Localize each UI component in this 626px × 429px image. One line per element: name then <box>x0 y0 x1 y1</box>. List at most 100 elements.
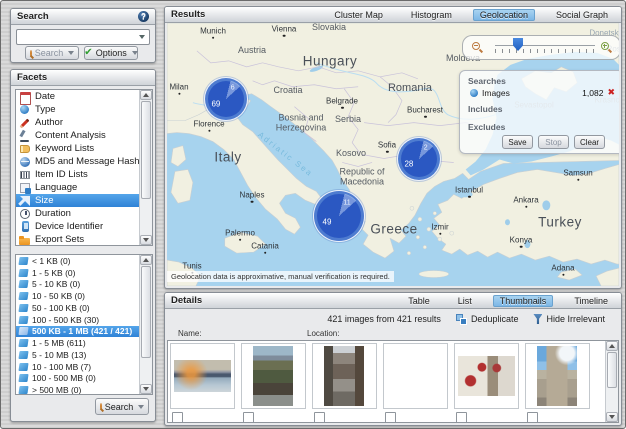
size-filter-item[interactable]: 10 - 100 MB (7) <box>16 361 140 373</box>
thumbnail-hillside-street[interactable] <box>241 343 306 409</box>
file-icon <box>18 351 28 359</box>
thumbnail-coastal-sunset[interactable] <box>170 343 235 409</box>
thumbnail-scrollbar[interactable] <box>605 341 618 422</box>
facet-item-md5-hash[interactable]: MD5 and Message Hash <box>16 155 140 168</box>
pencil-icon <box>19 117 31 129</box>
deduplicate-button[interactable]: Deduplicate <box>456 314 519 325</box>
help-icon[interactable]: ? <box>138 11 149 22</box>
details-panel: Details Table List Thumbnails Timeline 4… <box>164 292 622 426</box>
size-filter-item[interactable]: 500 KB - 1 MB (421 / 421) <box>16 326 140 338</box>
facet-item-duration[interactable]: Duration <box>16 207 140 220</box>
combo-dropdown-icon[interactable] <box>139 35 145 39</box>
images-icon <box>470 89 478 97</box>
size-filter-label: 50 - 100 KB (0) <box>32 303 90 313</box>
size-filter-item[interactable]: 1 - 5 MB (611) <box>16 337 140 349</box>
scroll-up-icon[interactable] <box>140 90 152 100</box>
thumbnail-old-alley[interactable] <box>383 343 448 409</box>
results-panel-title: Results <box>171 9 205 20</box>
search-input[interactable] <box>16 29 150 45</box>
thumbnail-checkbox[interactable] <box>385 412 396 423</box>
facet-item-keyword-lists[interactable]: Keyword Lists <box>16 142 140 155</box>
scrollbar-thumb[interactable] <box>141 266 151 358</box>
size-filter-item[interactable]: > 500 MB (0) <box>16 384 140 395</box>
scroll-down-icon[interactable] <box>606 412 618 422</box>
tab-geolocation[interactable]: Geolocation <box>473 9 535 21</box>
scroll-up-icon[interactable] <box>140 255 152 265</box>
map-cluster-28[interactable]: 28 2 <box>397 137 441 181</box>
map-cluster-49[interactable]: 49 11 <box>313 190 365 242</box>
thumbnail-grid <box>167 340 619 423</box>
photo-art <box>537 346 577 406</box>
search-button[interactable]: Search <box>25 46 79 60</box>
thumbnail-cell <box>383 343 448 423</box>
facet-list-scrollbar[interactable] <box>139 90 152 245</box>
save-button[interactable]: Save <box>502 135 533 149</box>
size-filter-item[interactable]: 100 - 500 MB (0) <box>16 373 140 385</box>
scroll-up-icon[interactable] <box>606 341 618 351</box>
scroll-down-icon[interactable] <box>140 235 152 245</box>
tab-table[interactable]: Table <box>401 295 437 307</box>
thumbnail-flower-house[interactable] <box>454 343 519 409</box>
facet-label: Duration <box>35 208 71 219</box>
tab-cluster-map[interactable]: Cluster Map <box>327 9 390 21</box>
details-panel-header: Details Table List Thumbnails Timeline <box>165 293 621 309</box>
size-filter-item[interactable]: 10 - 50 KB (0) <box>16 290 140 302</box>
hide-irrelevant-button[interactable]: Hide Irrelevant <box>533 314 605 324</box>
tab-timeline[interactable]: Timeline <box>567 295 615 307</box>
zoom-slider-track[interactable] <box>495 45 595 46</box>
thumbnail-checkbox[interactable] <box>172 412 183 423</box>
size-list-scrollbar[interactable] <box>139 255 152 394</box>
facet-search-button[interactable]: Search <box>95 398 149 415</box>
zoom-out-icon[interactable] <box>472 42 480 50</box>
thumbnail-stone-cathedral[interactable] <box>525 343 590 409</box>
facet-item-language[interactable]: Language <box>16 181 140 194</box>
thumbnail-checkbox[interactable] <box>527 412 538 423</box>
facet-item-size[interactable]: Size <box>16 194 140 207</box>
size-filter-item[interactable]: 5 - 10 KB (0) <box>16 279 140 291</box>
size-filter-item[interactable]: 50 - 100 KB (0) <box>16 302 140 314</box>
facet-item-export-sets[interactable]: Export Sets <box>16 233 140 246</box>
scrollbar-thumb[interactable] <box>141 101 151 199</box>
tab-list[interactable]: List <box>451 295 479 307</box>
facet-item-type[interactable]: Type <box>16 103 140 116</box>
scrollbar-thumb[interactable] <box>607 352 617 388</box>
options-button[interactable]: ✔ Options <box>84 46 138 60</box>
thumbnail-cobbled-street[interactable] <box>312 343 377 409</box>
barcode-icon <box>19 169 31 181</box>
scroll-down-icon[interactable] <box>140 384 152 394</box>
facet-item-content-analysis[interactable]: Content Analysis <box>16 129 140 142</box>
thumbnail-checkbox[interactable] <box>456 412 467 423</box>
zoom-in-icon[interactable] <box>601 42 609 50</box>
photo-art <box>458 356 515 396</box>
search-icon <box>100 403 102 410</box>
images-label: Images <box>482 88 510 98</box>
geolocation-map[interactable]: Slovakia Munich Vienna Austria Hungary C… <box>167 23 619 286</box>
size-filter-item[interactable]: 100 - 500 KB (30) <box>16 314 140 326</box>
file-icon <box>18 327 28 335</box>
stop-button[interactable]: Stop <box>538 135 569 149</box>
photo-art <box>174 360 231 392</box>
facet-item-author[interactable]: Author <box>16 116 140 129</box>
facet-label: Export Sets <box>35 234 84 245</box>
photo-art <box>253 346 293 406</box>
thumbnail-checkbox[interactable] <box>314 412 325 423</box>
size-filter-item[interactable]: 5 - 10 MB (13) <box>16 349 140 361</box>
tab-social-graph[interactable]: Social Graph <box>549 9 615 21</box>
remove-search-icon[interactable]: ✖ <box>607 88 615 97</box>
images-search-row[interactable]: Images 1,082 ✖ <box>470 87 615 98</box>
facet-label: Item ID Lists <box>35 169 88 180</box>
tab-histogram[interactable]: Histogram <box>404 9 459 21</box>
facets-panel-header: Facets <box>11 70 155 86</box>
map-cluster-69[interactable]: 69 6 <box>204 77 248 121</box>
size-filter-item[interactable]: < 1 KB (0) <box>16 255 140 267</box>
thumbnail-photo <box>174 360 231 392</box>
facet-item-date[interactable]: Date <box>16 90 140 103</box>
thumbnail-photo <box>458 356 515 396</box>
tab-thumbnails[interactable]: Thumbnails <box>493 295 554 307</box>
photo-art <box>324 346 364 406</box>
facet-item-item-id-lists[interactable]: Item ID Lists <box>16 168 140 181</box>
thumbnail-checkbox[interactable] <box>243 412 254 423</box>
facet-item-device-identifier[interactable]: Device Identifier <box>16 220 140 233</box>
clear-button[interactable]: Clear <box>574 135 605 149</box>
size-filter-item[interactable]: 1 - 5 KB (0) <box>16 267 140 279</box>
